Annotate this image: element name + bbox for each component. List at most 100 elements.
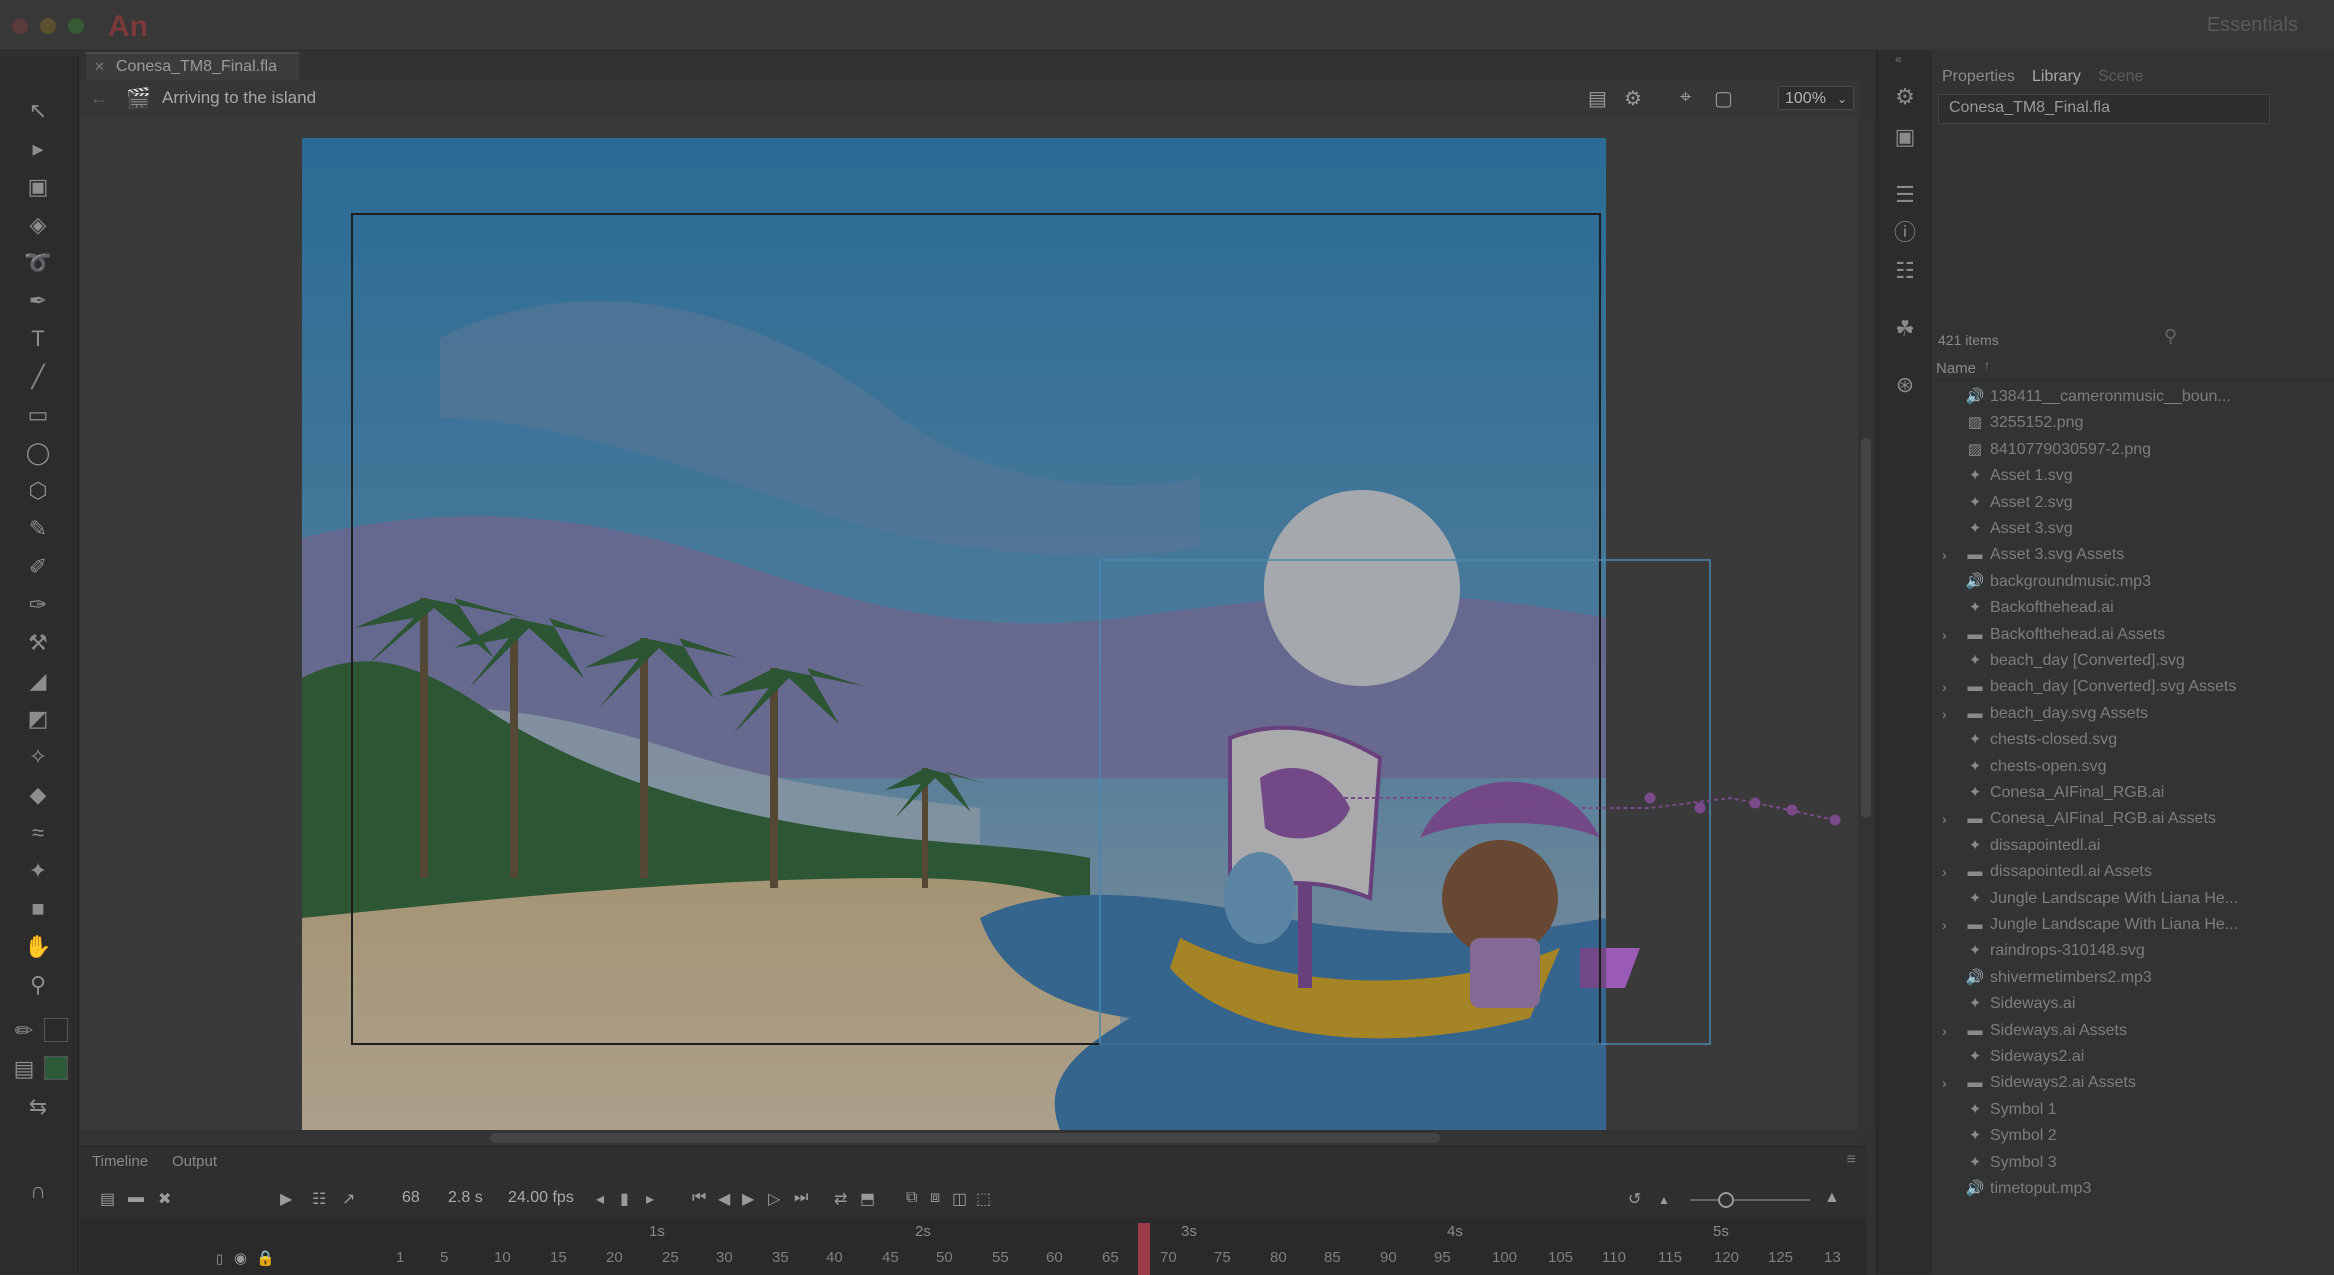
rectangle-tool-icon[interactable]: ▭ [20,400,56,430]
play-icon[interactable]: ▶ [742,1189,754,1209]
library-item[interactable]: ✦ beach_day [Converted].svg [1932,648,2334,674]
lock-all-icon[interactable]: 🔒 [256,1249,275,1267]
library-item[interactable]: ✦ Asset 2.svg [1932,490,2334,516]
step-back-icon[interactable]: ◀ [718,1189,730,1209]
insert-keyframe-icon[interactable]: ▮ [620,1189,629,1209]
center-stage-icon[interactable]: ⌖ [1680,86,1691,109]
stroke-color-swatch[interactable] [44,1018,68,1042]
onion-skin-icon[interactable]: ⧉ [906,1189,917,1207]
line-tool-icon[interactable]: ╱ [20,362,56,392]
paint-brush-tool-icon[interactable]: ✐ [20,552,56,582]
expand-arrow-icon[interactable]: › [1942,542,1947,568]
library-item[interactable]: ▨ 3255152.png [1932,410,2334,436]
library-item[interactable]: › ▬ Asset 3.svg Assets [1932,542,2334,568]
expand-arrow-icon[interactable]: › [1942,701,1947,727]
new-layer-icon[interactable]: ▤ [100,1189,115,1209]
camera-icon[interactable]: ▶ [280,1189,292,1209]
zoom-select[interactable]: 100% ⌄ [1778,86,1854,110]
vertical-scroll-thumb[interactable] [1861,438,1871,818]
expand-arrow-icon[interactable]: › [1942,622,1947,648]
workspace-switcher[interactable]: Essentials [2207,14,2298,37]
previous-keyframe-icon[interactable]: ◂ [596,1189,604,1209]
expand-arrow-icon[interactable]: › [1942,859,1947,885]
tab-timeline[interactable]: Timeline [92,1153,148,1170]
horizontal-scrollbar[interactable] [80,1130,1860,1146]
expand-arrow-icon[interactable]: › [1942,806,1947,832]
library-item[interactable]: 🔊 backgroundmusic.mp3 [1932,569,2334,595]
step-forward-icon[interactable]: ▷ [768,1189,780,1209]
expand-arrow-icon[interactable]: › [1942,1070,1947,1096]
stroke-color-icon[interactable]: ✏ [12,1016,36,1046]
oval-tool-icon[interactable]: ◯ [20,438,56,468]
go-to-last-frame-icon[interactable]: ⏭ [794,1189,808,1207]
library-item[interactable]: ✦ chests-closed.svg [1932,727,2334,753]
show-hide-all-icon[interactable]: ◉ [234,1249,247,1267]
library-item[interactable]: › ▬ Sideways2.ai Assets [1932,1070,2334,1096]
library-item[interactable]: › ▬ Backofthehead.ai Assets [1932,622,2334,648]
onion-skin-outlines-icon[interactable]: ⧈ [930,1189,940,1207]
library-item[interactable]: › ▬ beach_day.svg Assets [1932,701,2334,727]
info-panel-icon[interactable]: ⓘ [1889,218,1921,248]
selection-tool-icon[interactable]: ↖ [20,96,56,126]
expand-arrow-icon[interactable]: › [1942,912,1947,938]
library-item[interactable]: ✦ Jungle Landscape With Liana He... [1932,886,2334,912]
graph-icon[interactable]: ↗ [342,1189,355,1209]
library-item[interactable]: ✦ Backofthehead.ai [1932,595,2334,621]
brush-tool-icon[interactable]: ✑ [20,590,56,620]
ink-bottle-tool-icon[interactable]: ◩ [20,704,56,734]
transform-panel-icon[interactable]: ☷ [1889,256,1921,286]
layer-parenting-icon[interactable]: ☷ [312,1189,326,1209]
library-item[interactable]: ✦ Symbol 2 [1932,1123,2334,1149]
eyedropper-tool-icon[interactable]: ✧ [20,742,56,772]
pen-tool-icon[interactable]: ✒ [20,286,56,316]
lasso-tool-icon[interactable]: ➰ [20,248,56,278]
swap-colors-icon[interactable]: ⇆ [20,1092,56,1122]
library-item[interactable]: ✦ Sideways.ai [1932,991,2334,1017]
panel-menu-icon[interactable]: ≡ [1847,1151,1856,1169]
library-item[interactable]: › ▬ beach_day [Converted].svg Assets [1932,674,2334,700]
vertical-scrollbar[interactable] [1858,118,1874,1130]
edit-scene-icon[interactable]: ▤ [1588,86,1607,111]
library-item[interactable]: ✦ Sideways2.ai [1932,1044,2334,1070]
library-item[interactable]: 🔊 timetoput.mp3 [1932,1176,2334,1202]
library-item[interactable]: ✦ raindrops-310148.svg [1932,938,2334,964]
asset-warp-tool-icon[interactable]: ✦ [20,856,56,886]
library-item[interactable]: ✦ dissapointedl.ai [1932,833,2334,859]
library-item[interactable]: 🔊 138411__cameronmusic__boun... [1932,384,2334,410]
horizontal-scroll-thumb[interactable] [490,1133,1440,1143]
polystar-tool-icon[interactable]: ⬡ [20,476,56,506]
hand-tool-icon[interactable]: ✋ [20,932,56,962]
library-document-select[interactable]: Conesa_TM8_Final.fla [1938,94,2270,124]
expand-arrow-icon[interactable]: › [1942,1018,1947,1044]
bone-tool-icon[interactable]: ⚒ [20,628,56,658]
frame-ruler[interactable] [80,1217,1866,1275]
undo-icon[interactable]: ↺ [1628,1189,1641,1209]
camera-tool-icon[interactable]: ■ [20,894,56,924]
go-to-first-frame-icon[interactable]: ⏮ [692,1189,706,1207]
library-item[interactable]: › ▬ Jungle Landscape With Liana He... [1932,912,2334,938]
zoom-in-timeline-icon[interactable]: ▲ [1824,1189,1840,1207]
maximize-window-button[interactable] [68,18,84,34]
library-item[interactable]: ✦ Asset 1.svg [1932,463,2334,489]
fill-color-icon[interactable]: ▤ [12,1054,36,1084]
tab-properties[interactable]: Properties [1942,68,2015,86]
library-item[interactable]: ▨ 8410779030597-2.png [1932,437,2334,463]
library-item[interactable]: ✦ chests-open.svg [1932,754,2334,780]
new-folder-icon[interactable]: ▬ [128,1189,144,1207]
library-item[interactable]: › ▬ dissapointedl.ai Assets [1932,859,2334,885]
fill-color-swatch[interactable] [44,1056,68,1080]
gradient-transform-tool-icon[interactable]: ◈ [20,210,56,240]
stage-area[interactable] [80,118,1860,1130]
search-icon[interactable]: ⚲ [2164,326,2177,347]
edit-multiple-frames-icon[interactable]: ◫ [952,1189,967,1209]
library-item[interactable]: › ▬ Sideways.ai Assets [1932,1018,2334,1044]
library-column-header[interactable]: Name ↑ [1932,356,2334,381]
paint-bucket-tool-icon[interactable]: ◢ [20,666,56,696]
back-arrow-icon[interactable]: ← [90,88,108,109]
center-frame-icon[interactable]: ⬒ [860,1189,875,1209]
library-item[interactable]: ✦ Conesa_AIFinal_RGB.ai [1932,780,2334,806]
properties-panel-icon[interactable]: ⚙ [1889,82,1921,112]
cc-libraries-icon[interactable]: ⊛ [1889,370,1921,400]
components-panel-icon[interactable]: ☘ [1889,314,1921,344]
library-item[interactable]: 🔊 shivermetimbers2.mp3 [1932,965,2334,991]
